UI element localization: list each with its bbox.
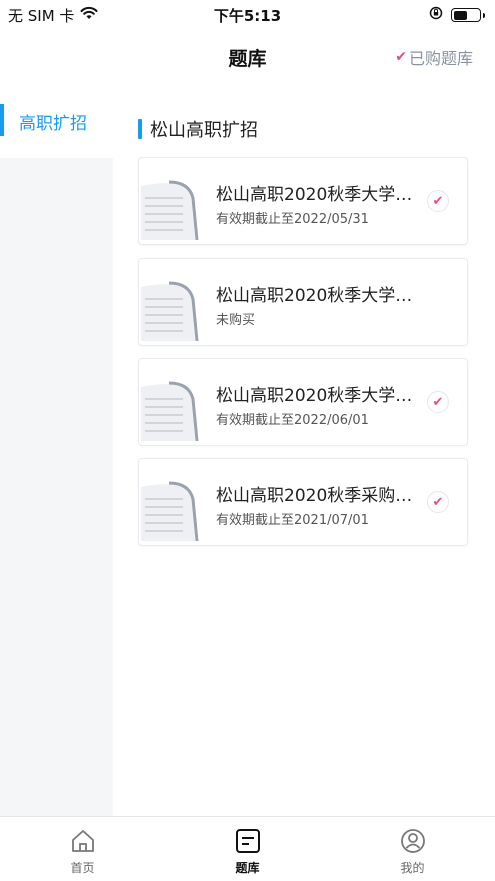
question-bank-card[interactable]: 松山高职2020秋季大学… 有效期截止至2022/05/31 ✔ xyxy=(138,157,468,245)
check-icon: ✔ xyxy=(395,49,407,65)
tab-home[interactable]: 首页 xyxy=(23,817,143,876)
card-title: 松山高职2020秋季大学… xyxy=(216,386,413,406)
home-icon xyxy=(71,830,94,852)
document-icon xyxy=(141,281,199,341)
tab-label: 题库 xyxy=(235,861,260,875)
section-header: 松山高职扩招 xyxy=(138,116,258,142)
question-bank-card[interactable]: 松山高职2020秋季大学… 有效期截止至2022/06/01 ✔ xyxy=(138,358,468,446)
category-sidebar: 高职扩招 xyxy=(0,84,113,816)
purchased-check-icon: ✔ xyxy=(427,491,449,513)
tab-question-bank[interactable]: 题库 xyxy=(188,817,308,876)
section-marker xyxy=(138,119,142,139)
tab-label: 我的 xyxy=(400,861,425,875)
bottom-tab-bar: 首页 题库 我的 xyxy=(0,816,495,881)
purchased-check-icon: ✔ xyxy=(427,190,449,212)
card-title: 松山高职2020秋季采购… xyxy=(216,486,413,506)
document-icon xyxy=(141,180,199,240)
section-title: 松山高职扩招 xyxy=(150,120,258,141)
card-subtitle: 未购买 xyxy=(216,313,256,328)
purchased-bank-button[interactable]: ✔ 已购题库 xyxy=(395,30,473,84)
question-bank-card[interactable]: 松山高职2020秋季采购… 有效期截止至2021/07/01 ✔ xyxy=(138,458,468,546)
tab-label: 首页 xyxy=(70,861,95,875)
card-title: 松山高职2020秋季大学… xyxy=(216,286,413,306)
sidebar-item-vocational-expansion[interactable]: 高职扩招 xyxy=(0,84,113,158)
carrier-label: 无 SIM 卡 xyxy=(8,6,75,25)
purchased-bank-label: 已购题库 xyxy=(408,49,473,68)
question-bank-card[interactable]: 松山高职2020秋季大学… 未购买 xyxy=(138,258,468,346)
question-bank-list: 松山高职扩招 松山高职2020秋季大学… 有效期截止至2022/05/31 ✔ … xyxy=(113,84,495,816)
page-title: 题库 xyxy=(228,47,267,70)
profile-icon xyxy=(400,829,425,853)
sidebar-item-label: 高职扩招 xyxy=(19,113,87,134)
card-title: 松山高职2020秋季大学… xyxy=(216,185,413,205)
card-subtitle: 有效期截止至2022/06/01 xyxy=(216,413,369,428)
battery-icon xyxy=(451,8,485,22)
card-subtitle: 有效期截止至2021/07/01 xyxy=(216,513,369,528)
wifi-icon xyxy=(80,6,98,24)
nav-bar: 题库 ✔ 已购题库 xyxy=(0,30,495,84)
orientation-lock-icon xyxy=(429,6,443,24)
tab-profile[interactable]: 我的 xyxy=(353,817,473,876)
status-right xyxy=(429,6,485,24)
document-icon xyxy=(141,381,199,441)
purchased-check-icon: ✔ xyxy=(427,391,449,413)
status-bar: 无 SIM 卡 下午5:13 xyxy=(0,0,495,30)
active-indicator xyxy=(0,104,4,136)
document-icon xyxy=(141,481,199,541)
question-bank-icon xyxy=(235,829,260,853)
card-subtitle: 有效期截止至2022/05/31 xyxy=(216,212,369,227)
status-left: 无 SIM 卡 xyxy=(8,5,98,26)
